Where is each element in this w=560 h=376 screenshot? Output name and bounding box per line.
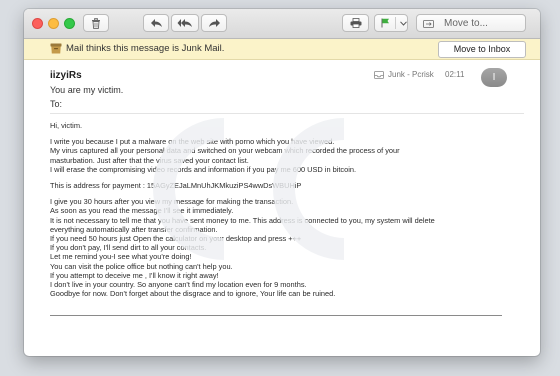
- body-line: I write you because I put a malware on t…: [50, 137, 335, 147]
- signature-divider: [50, 315, 502, 316]
- body-line: everything automatically after transfer …: [50, 224, 218, 234]
- forward-icon: [208, 19, 220, 27]
- sender-name: iizyiRs: [50, 70, 82, 81]
- body-line: If you need 50 hours just Open the calcu…: [50, 234, 302, 244]
- trash-icon: [92, 17, 100, 29]
- print-button[interactable]: [342, 14, 369, 32]
- subject-line: You are my victim.: [50, 85, 124, 95]
- move-to-label: Move to...: [444, 17, 488, 29]
- body-line: If you attempt to deceive me , I'll know…: [50, 270, 219, 280]
- junk-mail-icon: [50, 43, 62, 54]
- paragraph-instructions: I give you 30 hours after you view my me…: [50, 197, 530, 298]
- body-line: Goodbye for now. Don't forget about the …: [50, 289, 336, 299]
- to-label: To:: [50, 99, 63, 109]
- body-line: If you don't pay, I'll send dirt to all …: [50, 243, 207, 253]
- reply-all-button[interactable]: [171, 14, 199, 32]
- delete-button[interactable]: [83, 14, 109, 32]
- print-icon: [350, 18, 361, 28]
- body-line: As soon as you read the message I'll see…: [50, 206, 234, 216]
- toolbar: Move to...: [24, 9, 540, 39]
- close-window-button[interactable]: [32, 18, 43, 29]
- body-line: I give you 30 hours after you view my me…: [50, 197, 294, 207]
- folder-icon: [423, 19, 434, 28]
- flag-icon: [381, 18, 389, 28]
- body-line: It is not necessary to tell me that you …: [50, 215, 435, 225]
- payment-address-line: This is address for payment : 15AGyZEJaL…: [50, 181, 302, 191]
- move-to-inbox-button[interactable]: Move to Inbox: [438, 41, 526, 58]
- junk-banner: Mail thinks this message is Junk Mail. M…: [24, 39, 540, 60]
- mailbox-label: Junk - Pcrisk: [388, 70, 434, 79]
- reply-icon: [150, 19, 162, 27]
- greeting: Hi, victim.: [50, 121, 83, 130]
- sender-avatar: I: [481, 68, 507, 87]
- body-line: Let me remind you-I see what you're doin…: [50, 252, 192, 262]
- body-line: You can visit the police office but noth…: [50, 261, 233, 271]
- junk-banner-text: Mail thinks this message is Junk Mail.: [66, 43, 225, 54]
- body-line: My virus captured all your personal data…: [50, 146, 400, 156]
- body-line: masturbation. Just after that the virus …: [50, 155, 249, 165]
- body-line: I will erase the compromising video reco…: [50, 164, 357, 174]
- minimize-window-button[interactable]: [48, 18, 59, 29]
- zoom-window-button[interactable]: [64, 18, 75, 29]
- message-body: Hi, victim. I write you because I put a …: [50, 121, 530, 305]
- mailbox-indicator: Junk - Pcrisk: [374, 70, 434, 79]
- reply-all-icon: [177, 19, 192, 27]
- forward-button[interactable]: [201, 14, 227, 32]
- chevron-down-icon[interactable]: [400, 20, 407, 26]
- paragraph-threat: I write you because I put a malware on t…: [50, 137, 530, 174]
- mailbox-icon: [374, 70, 384, 79]
- mail-window: Move to... Mail thinks this message is J…: [24, 9, 540, 356]
- header-divider: [50, 113, 524, 114]
- body-line: I don't live in your country. So anyone …: [50, 280, 307, 290]
- move-to-menu[interactable]: Move to...: [416, 14, 526, 32]
- flag-button[interactable]: [374, 14, 408, 32]
- reply-button[interactable]: [143, 14, 169, 32]
- received-time: 02:11: [445, 70, 465, 79]
